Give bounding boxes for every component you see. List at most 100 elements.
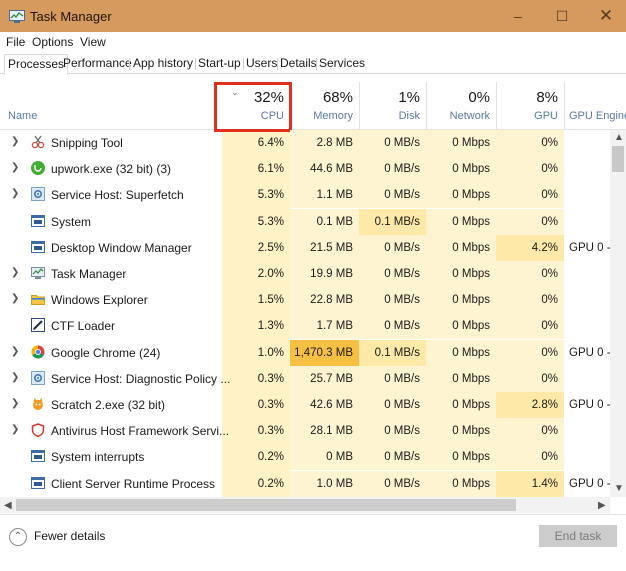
- tab-details[interactable]: Details: [277, 54, 320, 74]
- cell-disk: 0 MB/s: [359, 418, 426, 445]
- cell-gpu: 0%: [496, 208, 564, 235]
- gear-icon: [31, 370, 45, 385]
- process-name: CTF Loader: [51, 319, 116, 334]
- cell-network: 0 Mbps: [426, 392, 496, 418]
- expand-chevron-icon[interactable]: ❯: [11, 372, 19, 383]
- process-row[interactable]: ❯ Service Host: Diagnostic Policy ... 0.3%…: [0, 365, 610, 392]
- expand-chevron-icon[interactable]: ❯: [11, 293, 19, 304]
- column-header-memory[interactable]: Memory: [290, 110, 353, 122]
- cell-memory: 28.1 MB: [290, 418, 359, 445]
- close-button[interactable]: ✕: [584, 0, 626, 32]
- cell-disk: 0 MB/s: [359, 182, 426, 209]
- cell-gpu: 0%: [496, 156, 564, 183]
- title-bar[interactable]: Task Manager – ☐ ✕: [0, 0, 626, 32]
- process-name: Google Chrome (24): [51, 345, 161, 360]
- expand-chevron-icon[interactable]: ❯: [11, 267, 19, 278]
- tab-startup[interactable]: Start-up: [195, 54, 244, 74]
- tab-users[interactable]: Users: [243, 54, 280, 74]
- expand-chevron-icon[interactable]: ❯: [11, 346, 19, 357]
- vertical-scroll-thumb[interactable]: [612, 146, 624, 172]
- window-icon: [31, 240, 45, 254]
- minimize-button[interactable]: –: [496, 0, 540, 32]
- cell-cpu: 0.3%: [257, 372, 284, 385]
- cell-memory: 22.8 MB: [290, 287, 359, 314]
- cell-gpu: 0%: [496, 418, 564, 445]
- column-header-name[interactable]: Name: [8, 110, 37, 122]
- cell-disk: 0 MB/s: [359, 470, 426, 497]
- cell-network: 0 Mbps: [426, 182, 496, 209]
- cell-memory: 1.0 MB: [290, 470, 359, 497]
- column-header-network-total[interactable]: 0%: [426, 89, 490, 106]
- column-header-network[interactable]: Network: [426, 110, 490, 122]
- menu-view[interactable]: View: [80, 35, 106, 49]
- process-row[interactable]: ❯ Service Host: Superfetch 5.3% 1.1 MB 0 MB/…: [0, 182, 610, 209]
- cell-disk: 0 MB/s: [359, 287, 426, 314]
- cell-gpu: 0%: [496, 261, 564, 287]
- cell-gpu-engine: [564, 261, 610, 287]
- cell-gpu-engine: [564, 287, 610, 313]
- process-row[interactable]: Desktop Window Manager 2.5% 21.5 MB 0 MB/s 0…: [0, 234, 610, 261]
- process-row[interactable]: ❯ Snipping Tool 6.4% 2.8 MB 0 MB/s 0 Mbps 0%: [0, 130, 610, 156]
- column-header-gpu[interactable]: GPU: [496, 110, 558, 122]
- maximize-button[interactable]: ☐: [540, 0, 584, 32]
- cell-gpu-engine: [564, 418, 610, 444]
- expand-chevron-icon[interactable]: ❯: [11, 398, 19, 409]
- process-row[interactable]: System interrupts 0.2% 0 MB 0 MB/s 0 Mbps 0%: [0, 444, 610, 471]
- process-row[interactable]: ❯ Antivirus Host Framework Servi... 0.3% 28…: [0, 418, 610, 445]
- column-header-memory-total[interactable]: 68%: [290, 89, 353, 106]
- cell-memory: 0.1 MB: [290, 208, 359, 235]
- process-row[interactable]: ❯ upwork.exe (32 bit) (3) 6.1% 44.6 MB 0 MB/…: [0, 156, 610, 183]
- window-icon: [31, 449, 45, 463]
- column-header-gpu-total[interactable]: 8%: [496, 89, 558, 106]
- scissors-icon: [31, 135, 45, 149]
- cell-gpu: 0%: [496, 182, 564, 209]
- tab-services[interactable]: Services: [316, 54, 368, 74]
- cell-gpu: 0%: [496, 130, 564, 156]
- shield-icon: [31, 423, 45, 438]
- vertical-scrollbar[interactable]: [610, 130, 626, 497]
- cell-gpu-engine: [564, 182, 610, 208]
- scroll-down-arrow-icon[interactable]: ▼: [614, 483, 624, 494]
- menu-file[interactable]: File: [6, 35, 25, 49]
- cell-disk: 0 MB/s: [359, 313, 426, 340]
- process-row[interactable]: Client Server Runtime Process 0.2% 1.0 MB 0…: [0, 470, 610, 497]
- process-row[interactable]: ❯ Google Chrome (24) 1.0% 1,470.3 MB 0.1 MB/…: [0, 339, 610, 366]
- expand-chevron-icon[interactable]: ❯: [11, 188, 19, 199]
- chevron-up-icon[interactable]: ⌃: [9, 528, 27, 546]
- scroll-up-arrow-icon[interactable]: ▲: [614, 132, 624, 143]
- column-header-disk[interactable]: Disk: [359, 110, 420, 122]
- process-row[interactable]: System 5.3% 0.1 MB 0.1 MB/s 0 Mbps 0%: [0, 208, 610, 235]
- process-row[interactable]: ❯ Windows Explorer 1.5% 22.8 MB 0 MB/s 0 Mbps…: [0, 287, 610, 314]
- process-row[interactable]: ❯ Scratch 2.exe (32 bit) 0.3% 42.6 MB 0 MB/s…: [0, 392, 610, 418]
- cell-disk: 0 MB/s: [359, 444, 426, 471]
- scroll-left-arrow-icon[interactable]: ◀: [4, 500, 12, 511]
- cell-gpu-engine: [564, 444, 610, 470]
- cell-gpu-engine: [564, 313, 610, 339]
- gear-icon: [31, 187, 45, 202]
- scroll-right-arrow-icon[interactable]: ▶: [598, 500, 606, 511]
- expand-chevron-icon[interactable]: ❯: [11, 136, 19, 147]
- tab-bar: Processes Performance App history Start-…: [0, 52, 626, 75]
- tab-app-history[interactable]: App history: [130, 54, 196, 74]
- cpu-highlight-box: [214, 82, 292, 132]
- horizontal-scroll-thumb[interactable]: [16, 499, 516, 511]
- column-header-gpu-engine[interactable]: GPU Engine: [569, 110, 626, 122]
- folder-icon: [31, 292, 45, 306]
- menu-options[interactable]: Options: [32, 35, 73, 49]
- process-row[interactable]: ❯ Task Manager 2.0% 19.9 MB 0 MB/s 0 Mbps 0%: [0, 261, 610, 287]
- end-task-button[interactable]: End task: [539, 525, 617, 547]
- expand-chevron-icon[interactable]: ❯: [11, 162, 19, 173]
- fewer-details-link[interactable]: Fewer details: [34, 529, 105, 543]
- cell-gpu-engine: GPU 0 -: [569, 346, 610, 359]
- cell-network: 0 Mbps: [426, 208, 496, 235]
- cell-gpu-engine: [564, 130, 610, 156]
- cell-cpu: 1.5%: [257, 294, 284, 307]
- cell-disk: 0.1 MB/s: [359, 339, 426, 366]
- column-header-disk-total[interactable]: 1%: [359, 89, 420, 106]
- cell-network: 0 Mbps: [426, 313, 496, 340]
- window-icon: [31, 476, 45, 490]
- process-row[interactable]: CTF Loader 1.3% 1.7 MB 0 MB/s 0 Mbps 0%: [0, 313, 610, 340]
- tab-processes[interactable]: Processes: [4, 54, 69, 75]
- tab-performance[interactable]: Performance: [60, 54, 135, 74]
- expand-chevron-icon[interactable]: ❯: [11, 424, 19, 435]
